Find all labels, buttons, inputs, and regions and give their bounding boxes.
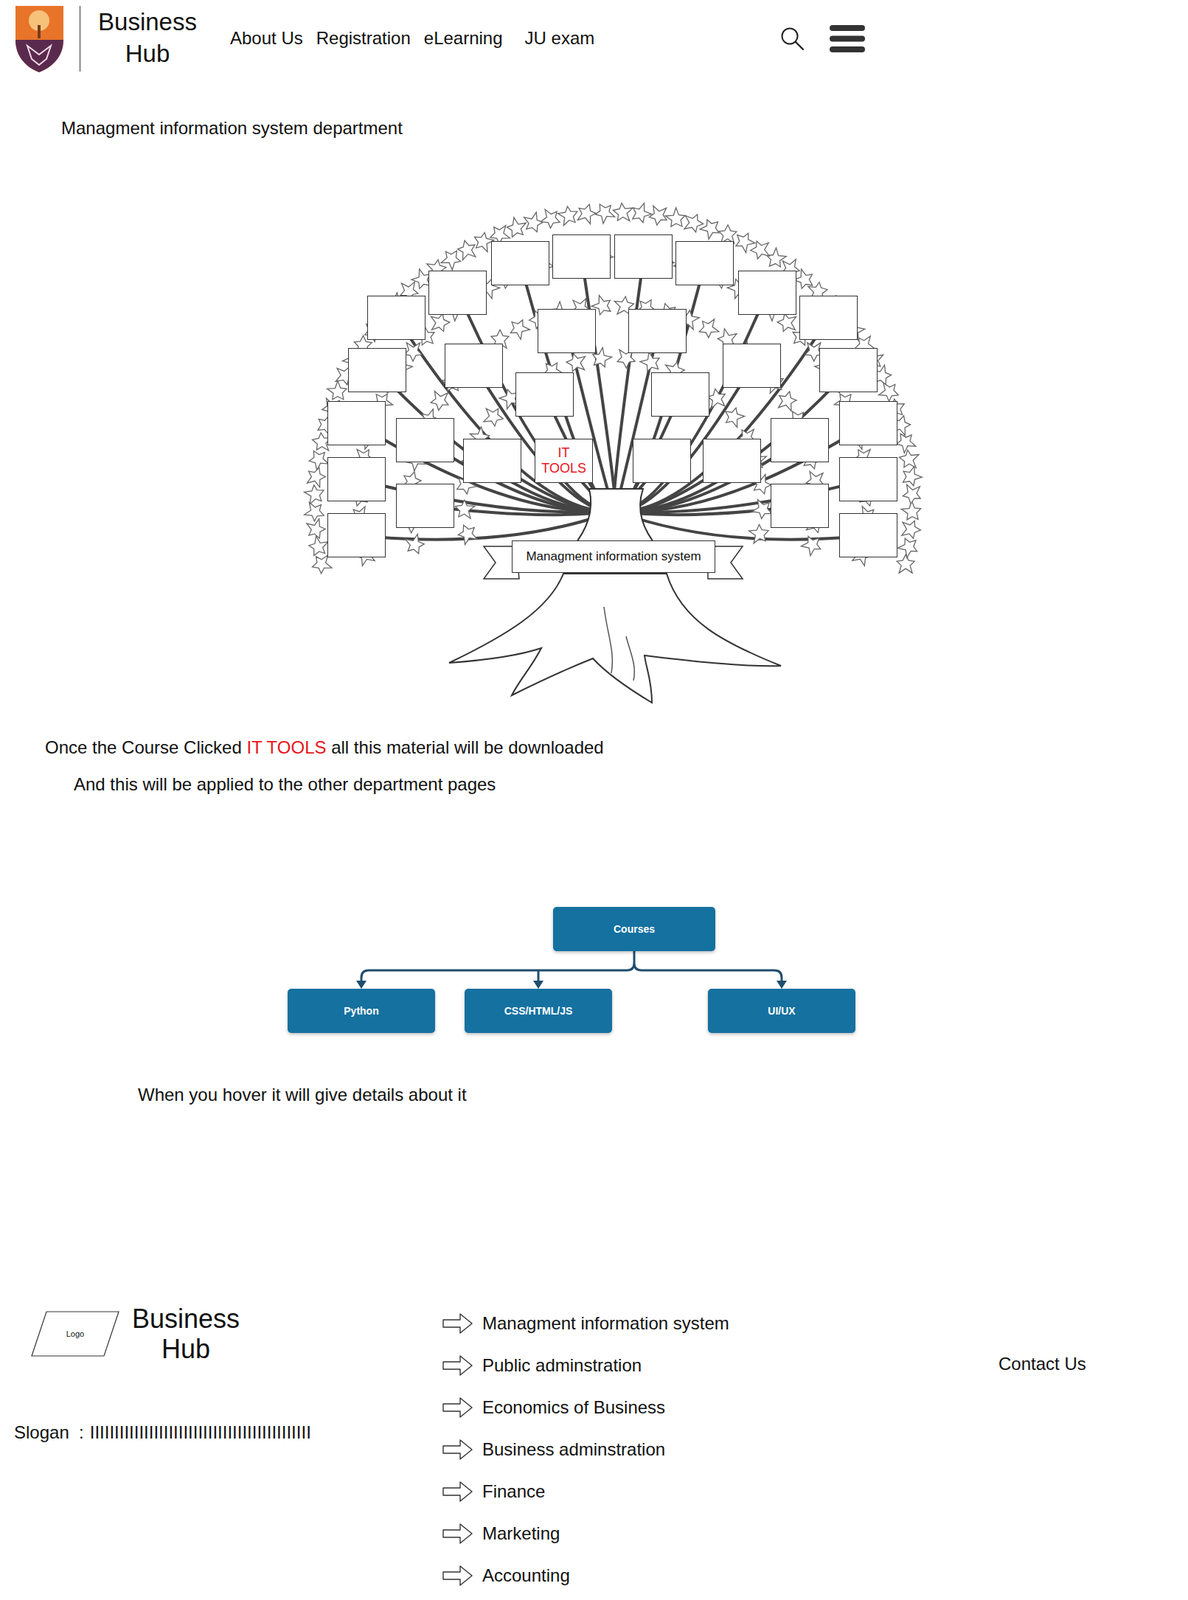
course-box[interactable]	[770, 418, 829, 463]
search-icon[interactable]	[780, 26, 805, 51]
page: BusinessHub About Us Registration eLearning…	[0, 0, 1188, 1597]
department-link[interactable]: Economics of Business	[442, 1386, 999, 1429]
course-box[interactable]	[444, 343, 503, 388]
tree-banner: Managment information system	[511, 540, 716, 573]
chart-course-node[interactable]: UI/UX	[707, 988, 856, 1034]
course-box[interactable]	[675, 241, 734, 286]
brand-name[interactable]: BusinessHub	[92, 6, 203, 71]
hamburger-menu-icon[interactable]	[828, 23, 866, 54]
nav-link[interactable]: JU exam	[525, 28, 596, 49]
course-box[interactable]	[839, 401, 898, 446]
footer-logo[interactable]: Logo	[30, 1311, 120, 1357]
course-box[interactable]	[396, 418, 455, 463]
course-box[interactable]	[819, 348, 878, 393]
course-box[interactable]	[463, 438, 522, 484]
department-list: Managment information systemPublic admin…	[442, 1302, 999, 1597]
chart-course-node[interactable]: Python	[287, 988, 436, 1034]
contact-link[interactable]: Contact Us	[998, 1302, 1087, 1597]
course-box[interactable]	[632, 438, 691, 484]
header: BusinessHub About Us Registration eLearning…	[0, 0, 1188, 77]
course-box[interactable]	[515, 372, 574, 417]
course-box[interactable]	[327, 457, 386, 502]
course-box[interactable]	[367, 295, 426, 340]
course-box[interactable]	[738, 270, 797, 315]
arrow-right-icon	[442, 1564, 474, 1587]
arrow-right-icon	[442, 1438, 474, 1461]
footer-brand-name: BusinessHub	[126, 1303, 245, 1365]
main-nav: About Us Registration eLearning JU exam	[230, 28, 781, 49]
department-link[interactable]: Marketing	[442, 1512, 999, 1555]
department-link[interactable]: Business adminstration	[442, 1428, 999, 1471]
course-box[interactable]	[839, 513, 898, 558]
course-box[interactable]	[722, 343, 781, 388]
arrow-right-icon	[442, 1522, 474, 1545]
department-link[interactable]: Managment information system	[442, 1302, 999, 1345]
course-box[interactable]	[839, 457, 898, 502]
nav-link[interactable]: About Us	[230, 28, 304, 49]
course-box[interactable]	[651, 372, 710, 417]
nav-link[interactable]: Registration	[316, 28, 411, 49]
note-text: Once the Course Clicked IT TOOLS all thi…	[44, 737, 1188, 759]
tree-icon	[297, 193, 929, 705]
chart-root-node[interactable]: Courses	[553, 907, 716, 952]
header-divider	[79, 5, 81, 72]
department-link[interactable]: Finance	[442, 1470, 999, 1513]
course-box[interactable]	[799, 295, 858, 340]
courses-chart: Courses Python CSS/HTML/JS UI/UX	[287, 907, 856, 1034]
course-box[interactable]	[396, 483, 455, 528]
course-box[interactable]	[628, 308, 687, 354]
arrow-right-icon	[442, 1396, 474, 1419]
arrow-right-icon	[442, 1312, 474, 1335]
department-link[interactable]: Public adminstration	[442, 1344, 999, 1387]
course-box[interactable]	[614, 234, 673, 279]
department-tree: IT TOOLS Managment information system	[297, 193, 929, 705]
course-box[interactable]	[770, 483, 829, 528]
nav-link[interactable]: eLearning	[424, 28, 503, 49]
arrow-right-icon	[442, 1354, 474, 1377]
course-box[interactable]	[327, 513, 386, 558]
course-box[interactable]	[552, 234, 611, 279]
footer-brand-column: LogoBusinessHub Slogan :IIIIIIIIIIIIIIIII…	[0, 1302, 443, 1597]
course-box[interactable]: IT TOOLS	[534, 438, 593, 484]
course-box[interactable]	[428, 270, 487, 315]
department-link[interactable]: Accounting	[442, 1554, 999, 1597]
arrow-right-icon	[442, 1480, 474, 1503]
page-title: Managment information system department	[61, 117, 1188, 139]
course-box[interactable]	[348, 348, 407, 393]
course-box[interactable]	[537, 308, 596, 354]
note-text: And this will be applied to the other de…	[73, 774, 1188, 795]
hover-note: When you hover it will give details abou…	[137, 1084, 1188, 1106]
course-box[interactable]	[327, 401, 386, 446]
course-box[interactable]	[491, 241, 550, 286]
chart-course-node[interactable]: CSS/HTML/JS	[464, 988, 613, 1034]
course-box[interactable]	[702, 438, 762, 484]
footer: LogoBusinessHub Slogan :IIIIIIIIIIIIIIIII…	[0, 1302, 1188, 1597]
university-logo-icon[interactable]	[12, 2, 67, 74]
slogan: Slogan :IIIIIIIIIIIIIIIIIIIIIIIIIIIIIIII…	[14, 1422, 443, 1444]
